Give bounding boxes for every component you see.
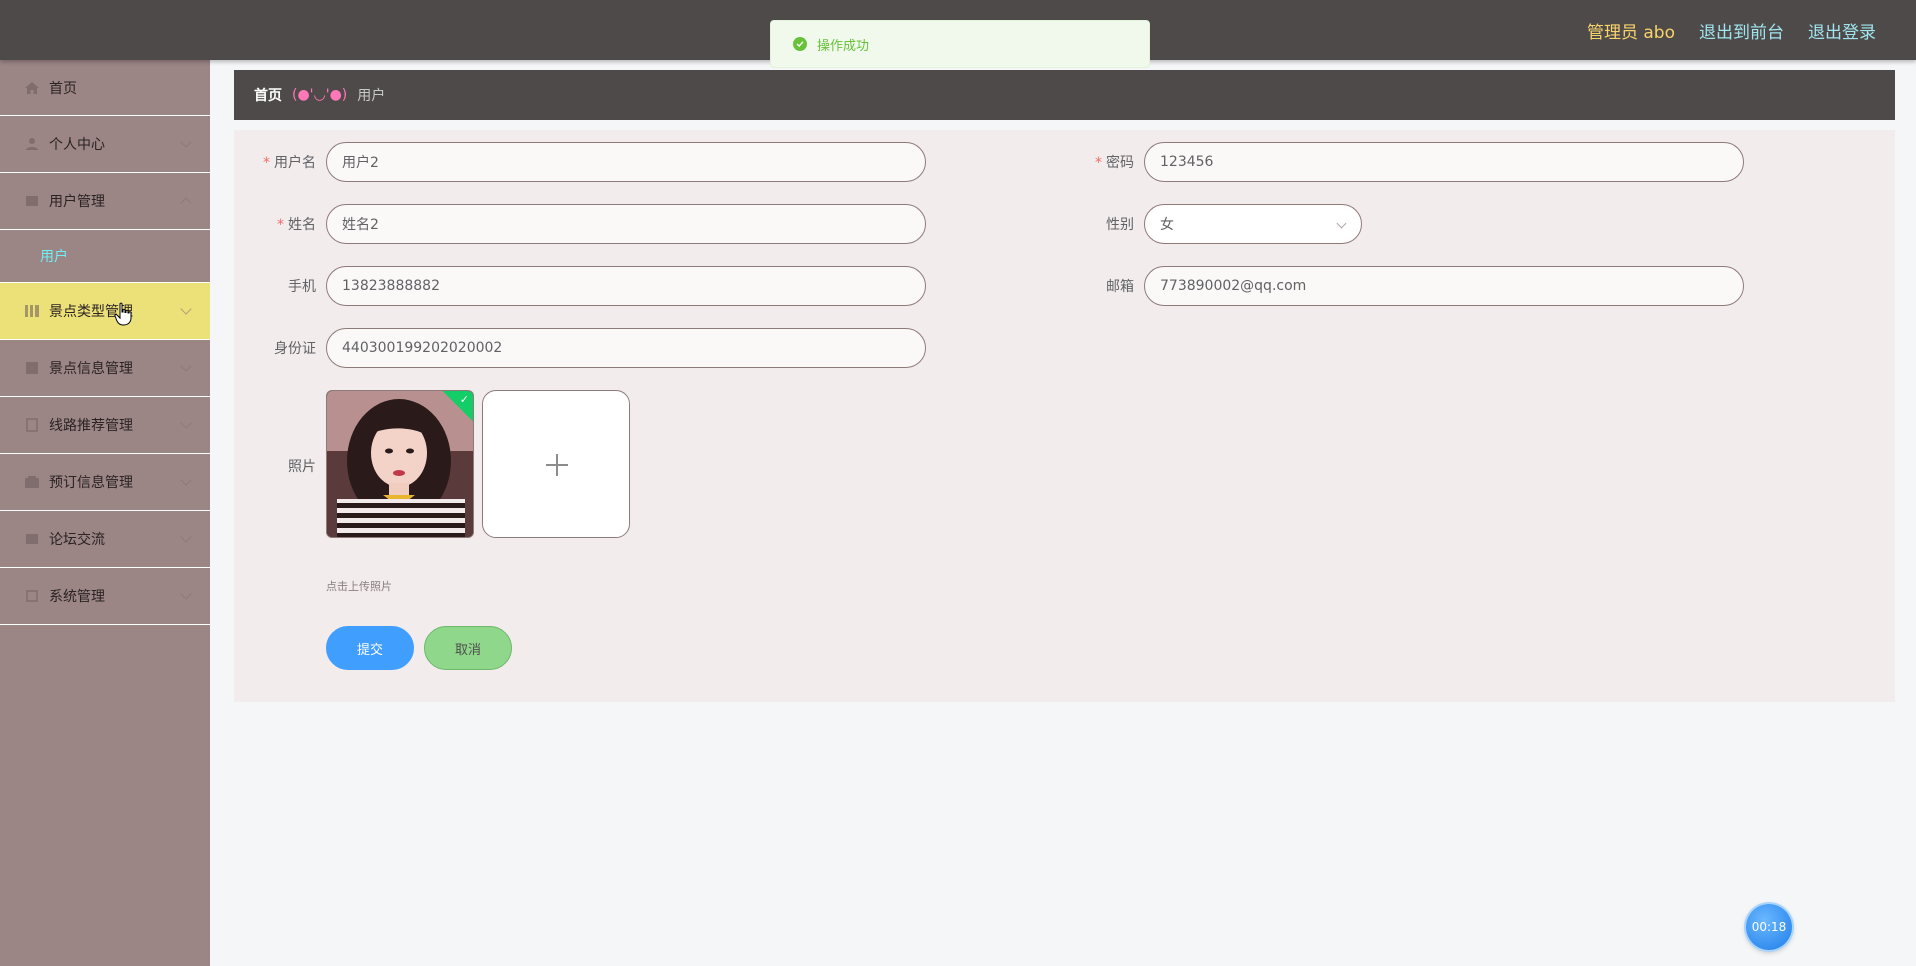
breadcrumb-current: 用户 [357,88,386,104]
info-icon [24,361,40,375]
sidebar: 首页 个人中心 用户管理 用户 景点类型管理 景点信息管理 线路推荐管理 预订信… [0,60,210,966]
booking-icon [24,475,40,489]
sidebar-item-label: 线路推荐管理 [49,418,133,434]
required-mark: * [263,155,270,171]
uploaded-photo-thumbnail[interactable]: ✓ [326,390,474,538]
chevron-down-icon [180,474,192,486]
chevron-down-icon [180,588,192,600]
submit-button[interactable]: 提交 [326,626,414,670]
sidebar-item-booking-management[interactable]: 预订信息管理 [0,454,210,511]
chevron-down-icon [180,531,192,543]
email-input[interactable] [1144,266,1744,306]
cancel-button[interactable]: 取消 [424,626,512,670]
sidebar-item-label: 论坛交流 [49,532,105,548]
sidebar-item-label: 首页 [49,80,77,97]
admin-label: 管理员 abo [1586,22,1675,43]
photo-label: 照片 [288,459,316,475]
sidebar-item-label: 用户管理 [49,194,105,210]
phone-input[interactable] [326,266,926,306]
breadcrumb-home[interactable]: 首页 [254,85,282,105]
home-icon [24,81,40,95]
chevron-down-icon [180,303,192,315]
sidebar-item-forum[interactable]: 论坛交流 [0,511,210,568]
sidebar-item-scenic-info-management[interactable]: 景点信息管理 [0,340,210,397]
check-icon: ✓ [459,393,469,406]
chevron-down-icon [1336,218,1347,229]
phone-label: 手机 [288,279,316,295]
sidebar-subitem-user[interactable]: 用户 [0,230,210,283]
sidebar-item-label: 系统管理 [49,589,105,605]
breadcrumb: 首页 (●'◡'●) 用户 [234,70,1895,120]
exit-to-front-link[interactable]: 退出到前台 [1699,18,1784,43]
idcard-input[interactable] [326,328,926,368]
sidebar-item-scenic-type-management[interactable]: 景点类型管理 [0,283,210,340]
user-form: *用户名 *密码 *姓名 性别 女 手机 邮箱 身份证 照片 [234,130,1895,702]
sidebar-item-personal-center[interactable]: 个人中心 [0,116,210,173]
sidebar-item-user-management[interactable]: 用户管理 [0,173,210,230]
success-toast: 操作成功 [770,20,1150,68]
logout-link[interactable]: 退出登录 [1808,18,1876,43]
chevron-down-icon [180,417,192,429]
user-icon [24,137,40,151]
chevron-down-icon [180,360,192,372]
chevron-down-icon [180,136,192,148]
name-label: * 姓名 [277,217,316,233]
sidebar-item-label: 预订信息管理 [49,475,133,491]
idcard-label: 身份证 [274,341,316,357]
photo-upload-button[interactable] [482,390,630,538]
username-input[interactable] [326,142,926,182]
timer-badge: 00:18 [1746,904,1792,950]
breadcrumb-separator: (●'◡'●) [292,87,348,103]
top-links: 管理员 abo 退出到前台 退出登录 [1587,0,1876,60]
gender-label: 性别 [1106,217,1134,233]
sidebar-item-route-recommend-management[interactable]: 线路推荐管理 [0,397,210,454]
username-label: * 用户名 [263,155,316,171]
hand-cursor-icon [114,302,132,326]
toast-message: 操作成功 [817,38,870,54]
sidebar-item-label: 个人中心 [49,137,105,153]
gender-select[interactable]: 女 [1144,204,1362,244]
success-check-icon [793,37,807,51]
required-mark: * [1095,155,1102,171]
users-icon [24,194,40,208]
password-input[interactable] [1144,142,1744,182]
email-label: 邮箱 [1106,279,1134,295]
chevron-up-icon [180,197,192,209]
password-label: * 密码 [1095,155,1134,171]
category-icon [24,304,40,318]
portrait-image [327,391,473,537]
forum-icon [24,532,40,546]
sidebar-item-label: 景点信息管理 [49,361,133,377]
gender-selected-value: 女 [1160,217,1174,233]
name-input[interactable] [326,204,926,244]
sidebar-item-home[interactable]: 首页 [0,60,210,116]
upload-hint: 点击上传照片 [326,580,392,593]
route-icon [24,418,40,432]
settings-icon [24,589,40,603]
required-mark: * [277,217,284,233]
sidebar-item-system-management[interactable]: 系统管理 [0,568,210,625]
